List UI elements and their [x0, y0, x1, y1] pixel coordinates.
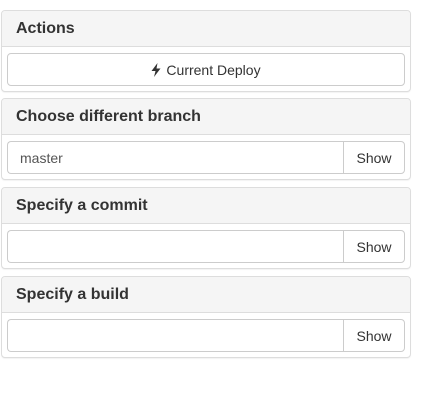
actions-panel-body: Current Deploy	[2, 47, 410, 91]
branch-input[interactable]	[7, 141, 343, 174]
branch-panel-body: Show	[2, 135, 410, 179]
commit-input[interactable]	[7, 230, 343, 263]
commit-show-button[interactable]: Show	[343, 230, 405, 263]
branch-input-group: Show	[7, 141, 405, 174]
build-panel-body: Show	[2, 313, 410, 357]
actions-panel: Actions Current Deploy	[1, 10, 411, 92]
build-panel-title: Specify a build	[2, 277, 410, 313]
build-input-group: Show	[7, 319, 405, 352]
commit-panel: Specify a commit Show	[1, 187, 411, 269]
commit-panel-body: Show	[2, 224, 410, 268]
branch-show-button[interactable]: Show	[343, 141, 405, 174]
build-show-button[interactable]: Show	[343, 319, 405, 352]
branch-panel: Choose different branch Show	[1, 98, 411, 180]
commit-input-group: Show	[7, 230, 405, 263]
build-input[interactable]	[7, 319, 343, 352]
branch-panel-title: Choose different branch	[2, 99, 410, 135]
commit-panel-title: Specify a commit	[2, 188, 410, 224]
lightning-bolt-icon	[151, 62, 161, 77]
current-deploy-label: Current Deploy	[166, 61, 261, 78]
current-deploy-button[interactable]: Current Deploy	[7, 53, 405, 86]
actions-panel-title: Actions	[2, 11, 410, 47]
build-panel: Specify a build Show	[1, 276, 411, 358]
